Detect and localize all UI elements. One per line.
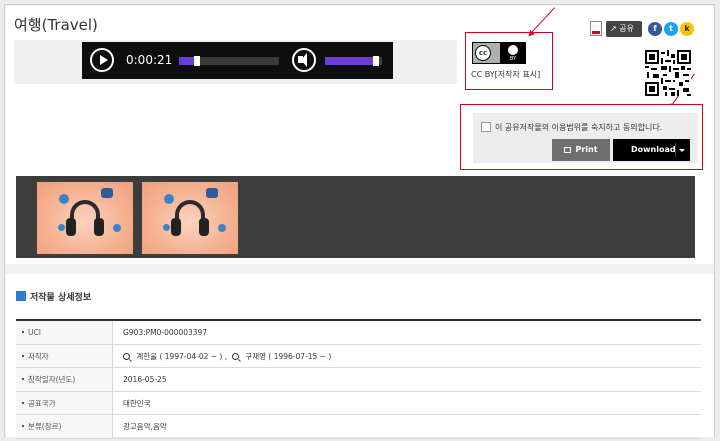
seek-progress	[179, 57, 194, 65]
author-list: 계한울 ( 1997-04-02 ~ ) , 구재영 ( 1996-07-15 …	[123, 345, 331, 368]
headphone-cup	[171, 218, 181, 236]
chevron-down-icon[interactable]	[679, 149, 685, 152]
download-panel: 이 공유저작물의 이용범위를 숙지하고 동의합니다. Print Downloa…	[473, 113, 698, 163]
table-row: 공표국가 대한민국	[16, 391, 701, 416]
gallery-thumbnail[interactable]	[142, 182, 238, 254]
by-logo: BY	[500, 43, 526, 63]
headphone-cup	[94, 218, 104, 236]
author-link[interactable]: 구재영 ( 1996-07-15 ~ )	[231, 352, 331, 361]
bubble-icon	[163, 224, 170, 231]
cc-logo: cc	[475, 45, 491, 61]
share-button[interactable]: ↗ 공유	[606, 21, 642, 37]
table-row: 저작자 계한울 ( 1997-04-02 ~ ) , 구재영 ( 1996-07…	[16, 344, 701, 369]
volume-handle[interactable]	[373, 56, 380, 66]
bubble-icon	[164, 194, 174, 204]
chat-bubble-icon	[206, 188, 218, 198]
page-title: 여행(Travel)	[14, 16, 98, 34]
volume-level	[325, 57, 380, 65]
row-label: 저작자	[16, 344, 113, 368]
share-label: 공유	[619, 24, 634, 33]
kakaostory-icon[interactable]: k	[680, 22, 694, 36]
row-label: UCI	[16, 321, 113, 344]
current-time: 0:00:21	[126, 53, 173, 67]
print-button[interactable]: Print	[552, 139, 610, 161]
bubble-icon	[59, 194, 69, 204]
detail-table: UCI G903:PM0-000003397 저작자 계한울 ( 1997-04…	[16, 319, 701, 439]
row-value: G903:PM0-000003397	[123, 328, 208, 337]
section-title-text: 저작물 상세정보	[30, 293, 92, 303]
row-value: 광고음악,음악	[123, 422, 167, 432]
seek-handle[interactable]	[194, 56, 200, 66]
search-icon	[231, 352, 239, 360]
download-box: 이 공유저작물의 이용범위를 숙지하고 동의합니다. Print Downloa…	[460, 104, 703, 170]
row-label: 창작일자(년도)	[16, 368, 113, 391]
license-box: cc BY CC BY[저작자 표시]	[465, 32, 553, 90]
twitter-icon[interactable]: t	[664, 22, 678, 36]
person-icon	[508, 45, 518, 55]
agree-label: 이 공유저작물의 이용범위를 숙지하고 동의합니다.	[495, 123, 663, 132]
info-icon	[16, 291, 26, 301]
bubble-icon	[58, 224, 65, 231]
bubble-icon	[113, 224, 121, 232]
row-value: 대한민국	[123, 398, 151, 408]
chat-bubble-icon	[101, 188, 113, 198]
author-link[interactable]: 계한울 ( 1997-04-02 ~ ) ,	[123, 352, 227, 361]
section-title: 저작물 상세정보	[16, 290, 91, 303]
volume-slider[interactable]	[325, 56, 382, 66]
license-label: CC BY[저작자 표시]	[471, 70, 541, 79]
table-row: 분류(장르) 광고음악,음악	[16, 415, 701, 439]
play-button[interactable]	[90, 48, 114, 72]
headphone-cup	[66, 218, 76, 236]
volume-icon[interactable]	[292, 48, 316, 72]
printer-icon	[564, 147, 572, 153]
headphone-cup	[199, 218, 209, 236]
qr-code-icon	[645, 50, 691, 96]
download-button[interactable]: Download	[613, 139, 690, 161]
download-label: Download	[631, 145, 676, 154]
row-label: 공표국가	[16, 391, 113, 415]
cc-by-badge-icon[interactable]: cc BY	[472, 42, 526, 64]
document-icon[interactable]	[590, 21, 602, 36]
table-row: UCI G903:PM0-000003397	[16, 321, 701, 345]
print-label: Print	[575, 145, 598, 154]
detail-panel: 저작물 상세정보 UCI G903:PM0-000003397 저작자 계한울 …	[6, 274, 714, 439]
dropdown-separator	[675, 143, 676, 157]
bubble-icon	[218, 224, 226, 232]
seek-bar[interactable]	[179, 56, 279, 66]
image-gallery	[16, 176, 695, 258]
gallery-thumbnail[interactable]	[37, 182, 133, 254]
row-value: 2016-05-25	[123, 375, 167, 385]
search-icon	[123, 352, 130, 360]
facebook-icon[interactable]: f	[648, 22, 662, 36]
row-label: 분류(장르)	[16, 415, 113, 438]
agree-checkbox[interactable]	[481, 122, 491, 132]
audio-player: 0:00:21	[82, 42, 393, 79]
by-text: BY	[509, 56, 517, 62]
table-row: 창작일자(년도) 2016-05-25	[16, 368, 701, 392]
